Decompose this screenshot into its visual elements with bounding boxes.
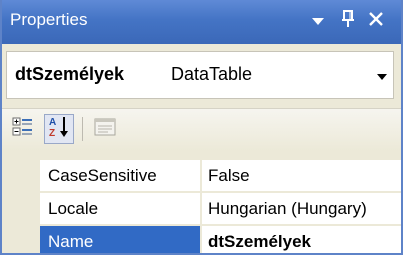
categorized-icon [12,116,34,143]
properties-toolbar: A Z [2,108,401,151]
property-value[interactable]: Hungarian (Hungary) [201,193,401,225]
property-name[interactable]: Locale [40,193,200,225]
chevron-down-icon [377,65,387,85]
svg-text:Z: Z [49,128,55,139]
categorized-button[interactable] [8,114,38,144]
properties-window: Properties dtSzemélyek DataTable A Z Cas… [0,0,403,255]
object-selector-dropdown-button[interactable] [371,52,393,98]
chevron-down-icon [311,11,325,31]
property-row-name[interactable]: Name dtSzemélyek [2,226,401,253]
property-value[interactable]: dtSzemélyek [201,226,401,253]
property-name[interactable]: CaseSensitive [40,160,200,192]
close-icon [368,11,384,32]
property-row-casesensitive[interactable]: CaseSensitive False [2,160,401,193]
property-name[interactable]: Name [40,226,200,253]
property-grid: CaseSensitive False Locale Hungarian (Hu… [2,150,401,253]
auto-hide-button[interactable] [334,6,362,36]
alphabetical-button[interactable]: A Z [44,114,74,144]
pin-icon [341,9,355,33]
title-bar[interactable]: Properties [2,0,401,44]
property-pages-button[interactable] [90,114,120,144]
property-value[interactable]: False [201,160,401,192]
close-button[interactable] [362,6,390,36]
toolbar-separator [82,117,83,141]
window-title: Properties [10,10,88,29]
property-pages-icon [94,117,116,142]
window-position-button[interactable] [304,6,332,36]
selected-object-type: DataTable [171,64,253,84]
object-selector-bar: dtSzemélyek DataTable [2,44,401,108]
selected-object-name: dtSzemélyek [15,64,125,84]
property-row-locale[interactable]: Locale Hungarian (Hungary) [2,193,401,226]
object-selector-combo[interactable]: dtSzemélyek DataTable [6,51,394,99]
svg-text:A: A [49,117,56,128]
alphabetical-icon: A Z [47,115,71,144]
